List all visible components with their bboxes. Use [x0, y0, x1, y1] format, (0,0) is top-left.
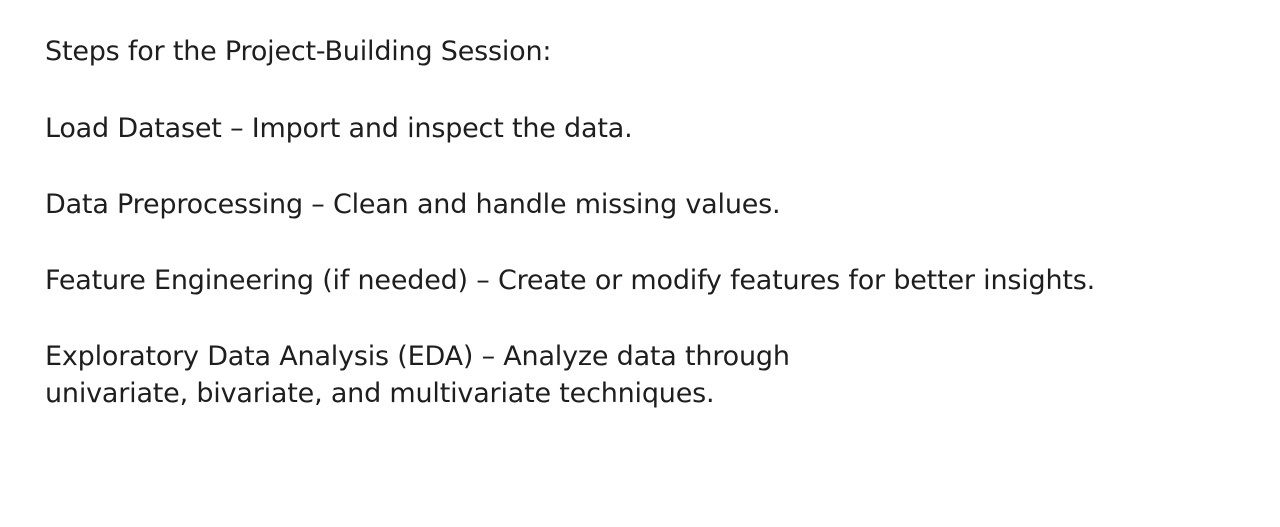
steps-heading: Steps for the Project-Building Session: — [45, 36, 552, 67]
whiteboard-canvas: Steps for the Project-Building Session: … — [0, 0, 1280, 527]
step-data-preprocessing: Data Preprocessing – Clean and handle mi… — [45, 189, 781, 220]
step-eda-line-1: Exploratory Data Analysis (EDA) – Analyz… — [45, 341, 790, 372]
step-feature-engineering: Feature Engineering (if needed) – Create… — [45, 265, 1096, 296]
step-eda: Exploratory Data Analysis (EDA) – Analyz… — [45, 338, 790, 412]
step-eda-line-2: univariate, bivariate, and multivariate … — [45, 378, 715, 409]
step-load-dataset: Load Dataset – Import and inspect the da… — [45, 113, 633, 144]
